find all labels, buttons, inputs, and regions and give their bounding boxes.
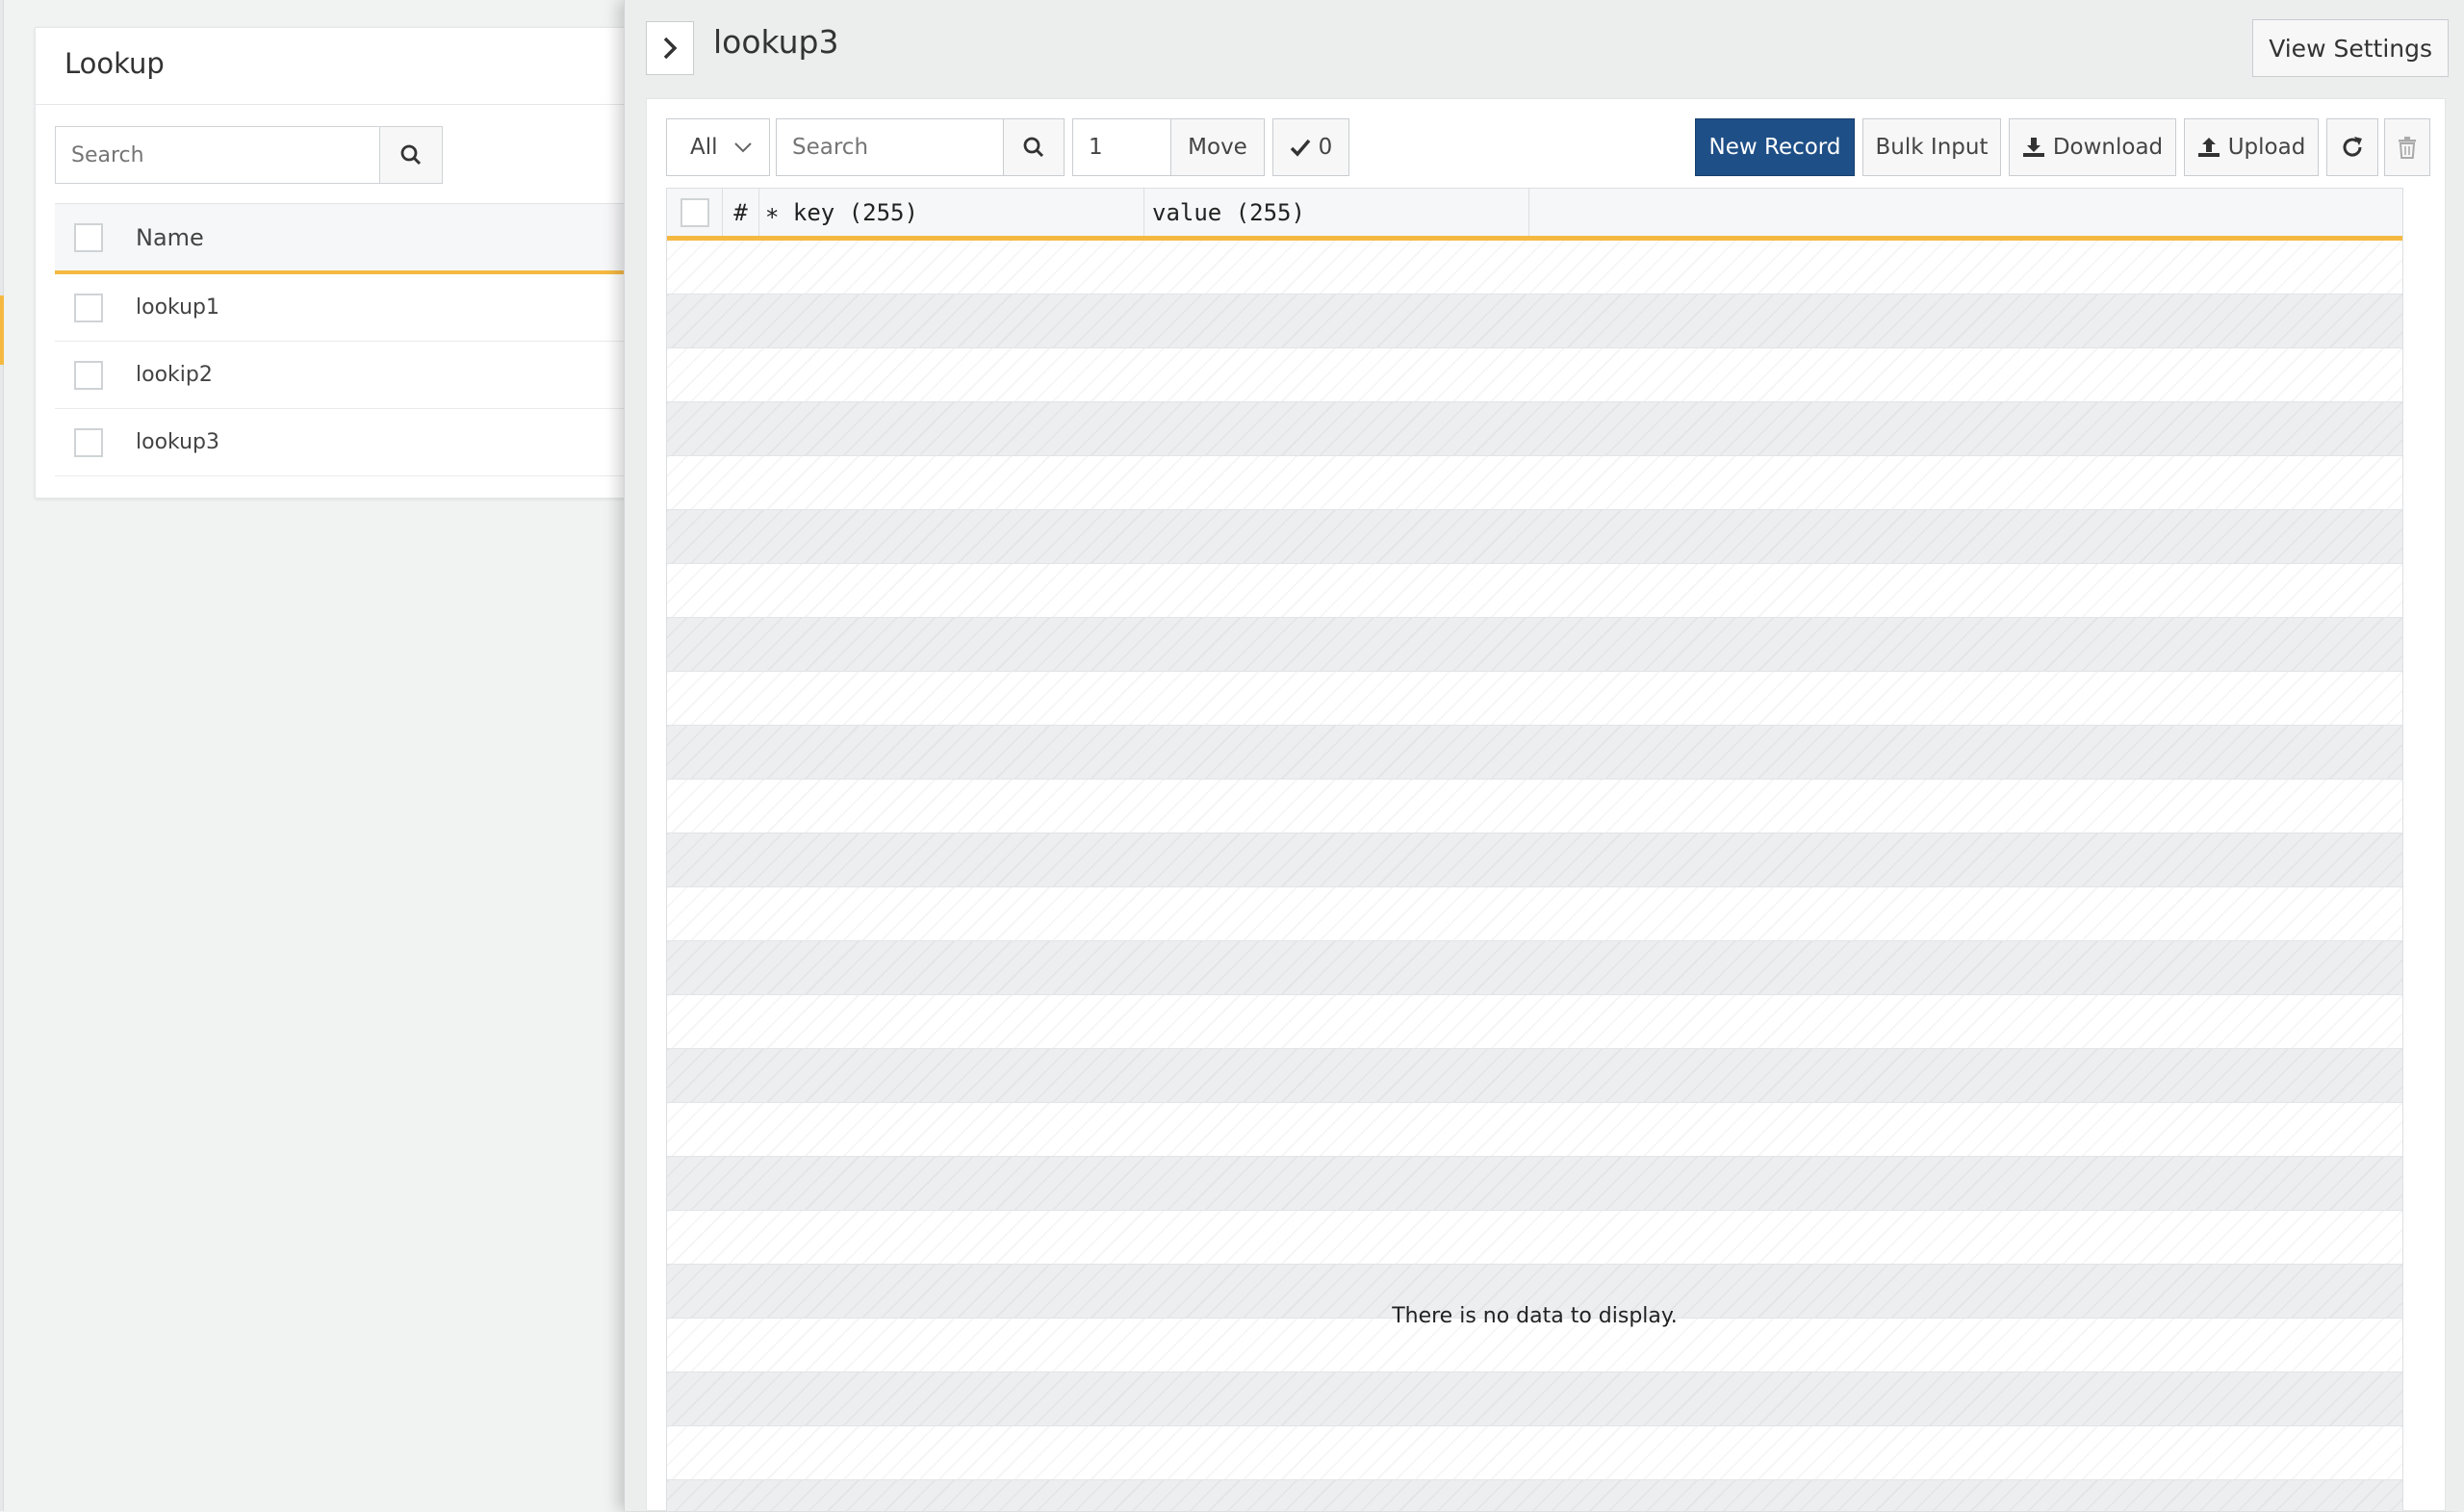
grid-empty-row — [667, 402, 2402, 456]
lookup-list-panel: Lookup Name lookup1 lookip2 lookup3 — [35, 27, 632, 499]
grid-empty-row — [667, 456, 2402, 510]
grid-empty-row — [667, 564, 2402, 618]
chevron-down-icon — [733, 142, 752, 153]
records-search-input[interactable] — [776, 118, 1003, 176]
lookup-list-table: Name lookup1 lookip2 lookup3 — [55, 203, 632, 476]
grid-empty-row — [667, 1211, 2402, 1265]
grid-body: There is no data to display. — [667, 241, 2402, 1511]
download-button[interactable]: Download — [2009, 118, 2176, 176]
list-item[interactable]: lookip2 — [55, 342, 632, 409]
search-icon — [1023, 137, 1044, 158]
grid-empty-row — [667, 887, 2402, 941]
grid-empty-row — [667, 241, 2402, 295]
checked-count-button[interactable]: 0 — [1272, 118, 1349, 176]
grid-empty-row — [667, 1157, 2402, 1211]
row-checkbox[interactable] — [74, 427, 103, 457]
grid-header-row: # ∗ key (255) value (255) — [667, 189, 2402, 241]
grid-empty-message: There is no data to display. — [1392, 1304, 1678, 1328]
grid-col-number: # — [723, 189, 759, 236]
new-record-button[interactable]: New Record — [1695, 118, 1855, 176]
grid-empty-row — [667, 995, 2402, 1049]
delete-button[interactable] — [2384, 118, 2430, 176]
grid-empty-row — [667, 941, 2402, 995]
records-grid: # ∗ key (255) value (255) There is no da… — [666, 188, 2403, 1512]
upload-icon — [2197, 138, 2220, 157]
list-item-name: lookup3 — [136, 430, 220, 454]
left-edge-bar — [0, 0, 4, 1511]
view-settings-button[interactable]: View Settings — [2252, 19, 2449, 77]
grid-empty-row — [667, 348, 2402, 402]
upload-button[interactable]: Upload — [2184, 118, 2319, 176]
page-title: lookup3 — [713, 23, 839, 61]
grid-empty-row — [667, 1480, 2402, 1511]
list-item[interactable]: lookup1 — [55, 274, 632, 342]
grid-empty-row — [667, 833, 2402, 887]
row-checkbox[interactable] — [74, 360, 103, 390]
filter-select-value: All — [690, 135, 718, 160]
list-panel-title: Lookup — [36, 28, 630, 105]
refresh-button[interactable] — [2326, 118, 2378, 176]
search-icon — [400, 144, 422, 166]
trash-icon — [2399, 137, 2416, 159]
name-column-header: Name — [136, 223, 204, 251]
grid-empty-row — [667, 1049, 2402, 1103]
download-icon — [2022, 138, 2044, 157]
select-all-checkbox[interactable] — [74, 222, 103, 252]
chevron-right-icon — [663, 37, 678, 60]
download-label: Download — [2052, 135, 2164, 160]
row-checkbox[interactable] — [74, 293, 103, 322]
records-search-button[interactable] — [1003, 118, 1065, 176]
collapse-drawer-button[interactable] — [646, 21, 694, 75]
list-search-button[interactable] — [379, 126, 443, 184]
detail-drawer: lookup3 View Settings All Move — [624, 0, 2464, 1512]
grid-empty-row — [667, 780, 2402, 833]
grid-empty-row — [667, 1426, 2402, 1480]
grid-empty-row — [667, 726, 2402, 780]
move-button[interactable]: Move — [1170, 118, 1265, 176]
left-edge-active-marker — [0, 295, 4, 365]
grid-empty-row — [667, 510, 2402, 564]
grid-select-all-checkbox[interactable] — [680, 197, 709, 227]
filter-select[interactable]: All — [666, 118, 770, 176]
checked-count-value: 0 — [1318, 135, 1333, 160]
grid-col-value[interactable]: value (255) — [1144, 189, 1529, 236]
records-card: All Move 0 New Record Bulk — [646, 98, 2446, 1512]
grid-select-all-cell — [667, 189, 723, 236]
list-item[interactable]: lookup3 — [55, 409, 632, 476]
bulk-input-button[interactable]: Bulk Input — [1862, 118, 2001, 176]
grid-empty-row — [667, 295, 2402, 348]
page-number-input[interactable] — [1072, 118, 1170, 176]
list-item-name: lookup1 — [136, 295, 220, 320]
list-search-input[interactable] — [55, 126, 379, 184]
records-toolbar: All Move 0 New Record Bulk — [666, 118, 2430, 178]
grid-col-key[interactable]: ∗ key (255) — [759, 189, 1144, 236]
grid-empty-row — [667, 1103, 2402, 1157]
upload-label: Upload — [2227, 135, 2306, 160]
grid-empty-row — [667, 618, 2402, 672]
check-icon — [1290, 139, 1311, 157]
list-item-name: lookip2 — [136, 363, 213, 387]
refresh-icon — [2343, 137, 2362, 157]
grid-empty-row — [667, 1372, 2402, 1426]
grid-empty-row — [667, 672, 2402, 726]
list-header-row: Name — [55, 203, 632, 274]
list-search-group — [55, 126, 443, 184]
